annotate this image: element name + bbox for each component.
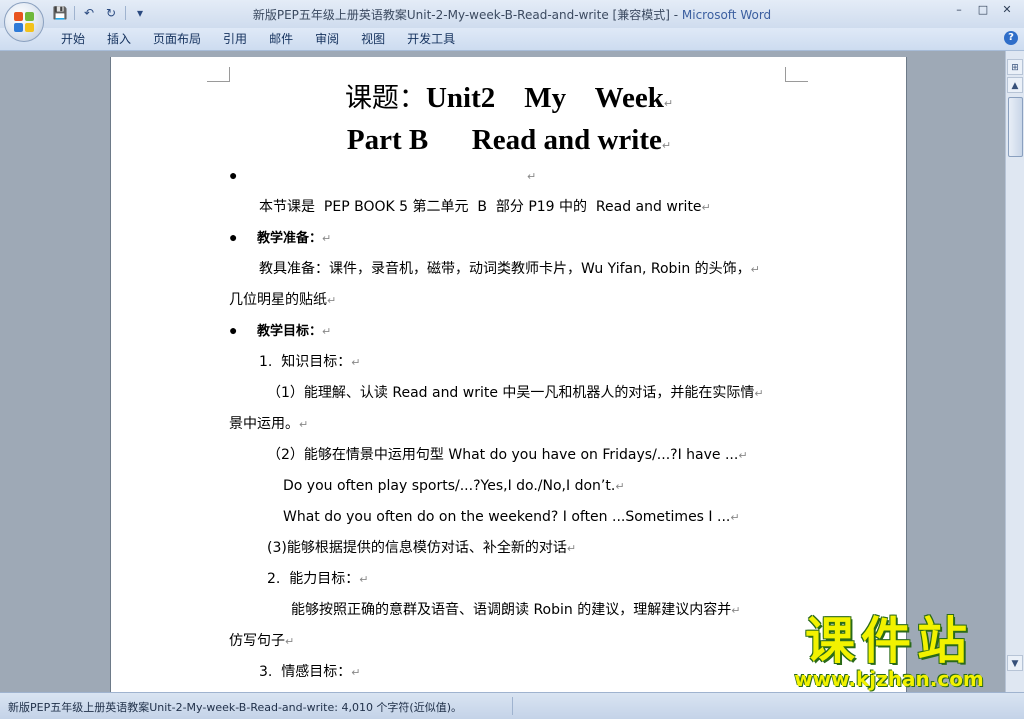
bullet-icon: ●: [229, 169, 238, 184]
document-line: 仿写句子↵: [229, 626, 789, 657]
line-text: 教学准备：: [257, 231, 323, 246]
document-line: 3. 情感目标：↵: [229, 657, 789, 688]
window-title: 新版PEP五年级上册英语教案Unit-2-My-week-B-Read-and-…: [0, 6, 1024, 23]
status-bar: 新版PEP五年级上册英语教案Unit-2-My-week-B-Read-and-…: [0, 692, 1024, 719]
line-text: 本节课是 PEP BOOK 5 第二单元 B 部分 P19 中的 Read an…: [259, 199, 702, 215]
document-body[interactable]: 课题：Unit2 My Week↵ Part B Read and write↵…: [229, 77, 789, 688]
document-line: 几位明星的贴纸↵: [229, 285, 789, 316]
status-separator: [512, 697, 513, 715]
watermark-url: www.kjzhan.com: [794, 667, 984, 691]
document-line: （2）能够在情景中运用句型 What do you have on Friday…: [229, 440, 789, 471]
paragraph-mark-icon: ↵: [351, 666, 361, 679]
document-line: （1）能理解、认读 Read and write 中吴一凡和机器人的对话，并能在…: [229, 378, 789, 409]
document-line: 2. 能力目标：↵: [229, 564, 789, 595]
paragraph-mark-icon: ↵: [285, 635, 295, 648]
help-icon[interactable]: ?: [1004, 31, 1018, 45]
line-text: 能够按照正确的意群及语音、语调朗读 Robin 的建议，理解建议内容并: [291, 602, 732, 618]
document-line: What do you often do on the weekend? I o…: [229, 502, 789, 533]
tab-references[interactable]: 引用: [212, 31, 258, 47]
tab-review[interactable]: 审阅: [304, 31, 350, 47]
paragraph-mark-icon: ↵: [738, 449, 748, 462]
paragraph-mark-icon: ↵: [327, 294, 337, 307]
lesson-subtitle: Part B Read and write↵: [229, 119, 789, 161]
scroll-up-button[interactable]: ▲: [1007, 77, 1023, 93]
document-line: ● ↵: [229, 161, 789, 192]
status-text: 新版PEP五年级上册英语教案Unit-2-My-week-B-Read-and-…: [8, 701, 463, 714]
document-line: ● 教学准备：↵: [229, 223, 789, 254]
document-title: 新版PEP五年级上册英语教案Unit-2-My-week-B-Read-and-…: [252, 8, 670, 22]
tab-page-layout[interactable]: 页面布局: [142, 31, 212, 47]
watermark-logo-text: 课件站: [805, 612, 973, 670]
line-text: （2）能够在情景中运用句型 What do you have on Friday…: [267, 447, 739, 463]
paragraph-mark-icon: ↵: [701, 201, 711, 214]
line-text: 教学目标：: [257, 324, 323, 339]
office-button[interactable]: [4, 2, 44, 42]
ruler-toggle-icon[interactable]: ⊞: [1007, 59, 1023, 75]
ribbon-tabs: 开始 插入 页面布局 引用 邮件 审阅 视图 开发工具: [50, 31, 466, 47]
tab-home[interactable]: 开始: [50, 31, 96, 47]
document-line: 本节课是 PEP BOOK 5 第二单元 B 部分 P19 中的 Read an…: [229, 192, 789, 223]
title-prefix: 课题：: [344, 83, 426, 114]
paragraph-mark-icon: ↵: [754, 387, 764, 400]
window-controls: – □ ✕: [948, 2, 1018, 18]
line-text: 几位明星的贴纸: [229, 292, 327, 308]
line-text: 1. 知识目标：: [259, 354, 352, 370]
office-logo-icon: [14, 12, 34, 32]
paragraph-mark-icon: ↵: [663, 97, 674, 110]
title-line2: Part B Read and write: [346, 124, 662, 156]
paragraph-mark-icon: ↵: [299, 418, 309, 431]
line-text: 2. 能力目标：: [267, 571, 360, 587]
document-line: 教具准备：课件，录音机，磁带，动词类教师卡片，Wu Yifan, Robin 的…: [229, 254, 789, 285]
paragraph-mark-icon: ↵: [359, 573, 369, 586]
paragraph-mark-icon: ↵: [566, 542, 577, 555]
tab-developer[interactable]: 开发工具: [396, 31, 466, 47]
close-button[interactable]: ✕: [996, 2, 1018, 18]
line-text: 教具准备：课件，录音机，磁带，动词类教师卡片，Wu Yifan, Robin 的…: [259, 261, 751, 277]
tab-view[interactable]: 视图: [350, 31, 396, 47]
app-name: Microsoft Word: [681, 8, 772, 22]
lesson-title: 课题：Unit2 My Week↵: [229, 77, 789, 119]
paragraph-mark-icon: ↵: [730, 511, 740, 524]
paragraph-mark-icon: ↵: [351, 356, 361, 369]
document-line: (3)能够根据提供的信息模仿对话、补全新的对话↵: [229, 533, 789, 564]
scroll-thumb[interactable]: [1008, 97, 1023, 157]
document-page[interactable]: 课题：Unit2 My Week↵ Part B Read and write↵…: [110, 57, 907, 692]
document-line: 景中运用。↵: [229, 409, 789, 440]
crop-mark: [207, 67, 230, 82]
title-bar: 💾 ↶ ↻ ▾ 新版PEP五年级上册英语教案Unit-2-My-week-B-R…: [0, 0, 1024, 29]
line-text: What do you often do on the weekend? I o…: [283, 509, 731, 525]
document-line: 能够按照正确的意群及语音、语调朗读 Robin 的建议，理解建议内容并↵: [229, 595, 789, 626]
paragraph-mark-icon: ↵: [322, 325, 332, 338]
tab-insert[interactable]: 插入: [96, 31, 142, 47]
paragraph-mark-icon: ↵: [322, 232, 332, 245]
line-text: 仿写句子: [229, 633, 285, 649]
title-line1: Unit2 My Week: [425, 82, 664, 114]
document-line: ● 教学目标：↵: [229, 316, 789, 347]
ribbon: 开始 插入 页面布局 引用 邮件 审阅 视图 开发工具 ?: [0, 28, 1024, 51]
document-line: 1. 知识目标：↵: [229, 347, 789, 378]
scroll-down-button[interactable]: ▼: [1007, 655, 1023, 671]
paragraph-mark-icon: ↵: [527, 170, 537, 183]
paragraph-mark-icon: ↵: [661, 139, 672, 152]
vertical-scrollbar[interactable]: ⊞ ▲ ▼: [1005, 51, 1024, 692]
bullet-icon: ●: [229, 231, 238, 246]
paragraph-mark-icon: ↵: [731, 604, 741, 617]
minimize-button[interactable]: –: [948, 2, 970, 18]
kjzhan-watermark: 课件站 www.kjzhan.com: [774, 614, 1004, 692]
line-text: 3. 情感目标：: [259, 664, 352, 680]
document-workspace: 课题：Unit2 My Week↵ Part B Read and write↵…: [0, 51, 1006, 692]
line-text: （1）能理解、认读 Read and write 中吴一凡和机器人的对话，并能在…: [267, 385, 755, 401]
line-text: 景中运用。: [229, 416, 299, 432]
tab-mailings[interactable]: 邮件: [258, 31, 304, 47]
bullet-icon: ●: [229, 324, 238, 339]
paragraph-mark-icon: ↵: [615, 480, 625, 493]
paragraph-mark-icon: ↵: [750, 263, 760, 276]
line-text: Do you often play sports/...?Yes,I do./N…: [283, 478, 616, 494]
document-lines: ● ↵ 本节课是 PEP BOOK 5 第二单元 B 部分 P19 中的 Read …: [229, 161, 789, 688]
document-line: Do you often play sports/...?Yes,I do./N…: [229, 471, 789, 502]
title-separator: -: [669, 8, 682, 22]
line-text: (3)能够根据提供的信息模仿对话、补全新的对话: [267, 540, 567, 556]
maximize-button[interactable]: □: [972, 2, 994, 18]
